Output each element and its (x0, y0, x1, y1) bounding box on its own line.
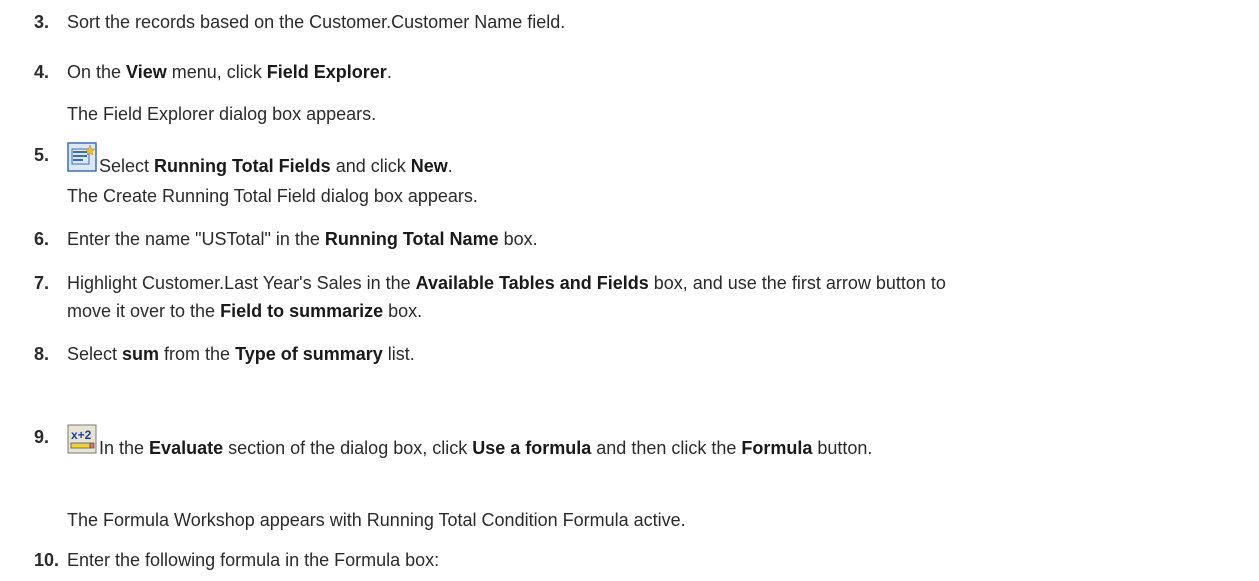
step-text: Enter the name "USTotal" in the Running … (67, 226, 538, 253)
ui-term: Running Total Name (324, 229, 499, 249)
text-run: Select (99, 156, 155, 176)
step-text: Highlight Customer.Last Year's Sales in … (67, 270, 946, 297)
text-run: button. (812, 438, 873, 458)
result-note: The Formula Workshop appears with Runnin… (67, 510, 686, 530)
ui-term: Field to summarize (220, 301, 384, 321)
text-run: Enter the following formula in the Formu… (67, 550, 440, 570)
text-run: menu, click (166, 62, 267, 82)
ui-term: View (126, 62, 167, 82)
text-run: On the (67, 62, 127, 82)
ui-term: New (410, 156, 448, 176)
step-number: 4. (34, 62, 50, 82)
ui-term: Type of summary (235, 344, 383, 364)
step-text: On the View menu, click Field Explorer. (67, 59, 392, 86)
text-run: Highlight Customer.Last Year's Sales in … (67, 273, 416, 293)
text-run: box. (383, 301, 423, 321)
result-note: The Create Running Total Field dialog bo… (67, 186, 478, 206)
step-text: move it over to the Field to summarize b… (67, 298, 422, 325)
ui-term: Running Total Fields (154, 156, 331, 176)
ui-term: Evaluate (149, 438, 224, 458)
step-number: 7. (34, 273, 50, 293)
ui-term: Field Explorer (266, 62, 387, 82)
step-text: Select Running Total Fields and click Ne… (67, 142, 453, 180)
text-run: Enter the name "USTotal" in the (67, 229, 325, 249)
step-number: 8. (34, 344, 50, 364)
step-text: Sort the records based on the Customer.C… (67, 9, 565, 36)
step-text: x+2 In the Evaluate section of the dialog… (67, 424, 872, 462)
text-run: . (386, 62, 392, 82)
ui-term: Available Tables and Fields (415, 273, 649, 293)
new-field-icon (67, 142, 97, 180)
svg-text:x+2: x+2 (71, 428, 92, 442)
text-run: box. (498, 229, 538, 249)
step-number: 10. (34, 550, 60, 570)
ui-term: sum (122, 344, 160, 364)
step-text: Enter the following formula in the Formu… (67, 547, 439, 574)
ui-term: Use a formula (472, 438, 592, 458)
text-run: and click (330, 156, 411, 176)
ui-term: Formula (741, 438, 813, 458)
text-run: Sort the records based on the Customer.C… (67, 12, 566, 32)
step-number: 6. (34, 229, 50, 249)
text-run: Select (67, 344, 123, 364)
step-number: 5. (34, 145, 50, 165)
text-run: section of the dialog box, click (223, 438, 473, 458)
step-text: Select sum from the Type of summary list… (67, 341, 415, 368)
text-run: move it over to the (67, 301, 221, 321)
text-run: from the (159, 344, 236, 364)
text-run: list. (382, 344, 415, 364)
text-run: box, and use the first arrow button to (648, 273, 946, 293)
step-number: 3. (34, 12, 50, 32)
formula-icon: x+2 (67, 424, 97, 462)
text-run: and then click the (591, 438, 742, 458)
result-note: The Field Explorer dialog box appears. (67, 104, 377, 124)
text-run: In the (99, 438, 150, 458)
step-number: 9. (34, 427, 50, 447)
text-run: . (447, 156, 453, 176)
